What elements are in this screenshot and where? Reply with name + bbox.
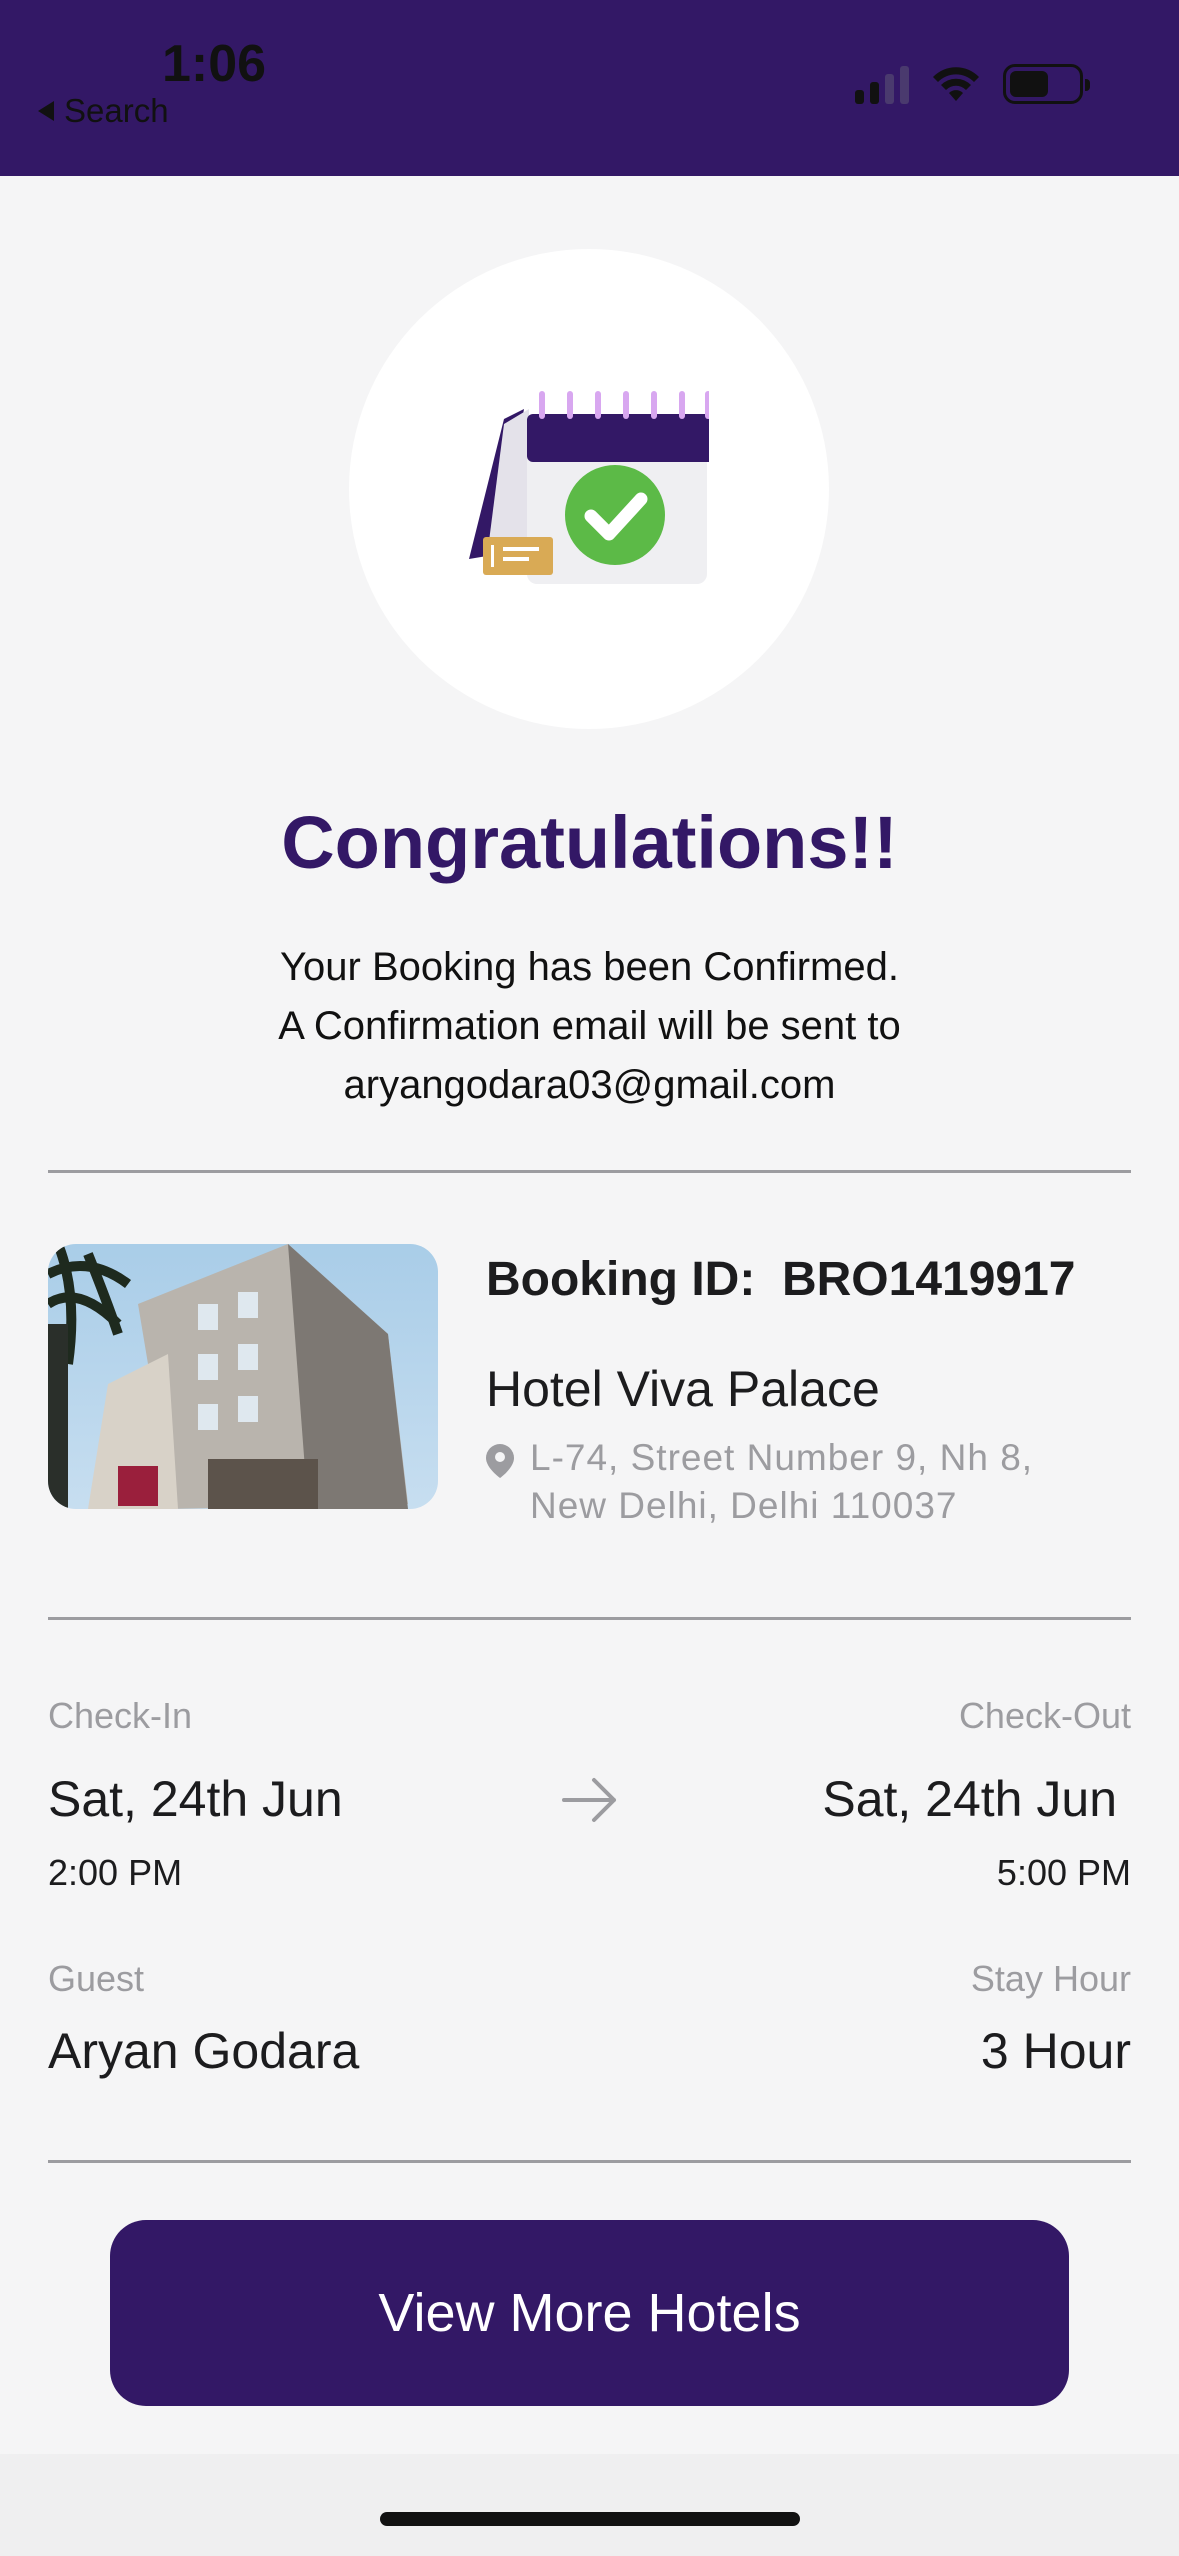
view-more-hotels-button[interactable]: View More Hotels	[110, 2220, 1069, 2406]
back-label: Search	[64, 92, 169, 129]
hotel-address: L-74, Street Number 9, Nh 8, New Delhi, …	[486, 1434, 1106, 1530]
wifi-icon	[933, 67, 979, 101]
arrow-right-icon	[562, 1778, 616, 1822]
checkout-label: Check-Out	[958, 1695, 1131, 1736]
checkin-time: 2:00 PM	[48, 1852, 183, 1893]
booking-id-label: Booking ID:	[486, 1253, 756, 1306]
hotel-photo	[48, 1244, 438, 1509]
address-line-1: L-74, Street Number 9, Nh 8,	[530, 1437, 1034, 1478]
stay-hour-label: Stay Hour	[970, 1958, 1131, 1999]
hotel-name: Hotel Viva Palace	[486, 1361, 880, 1417]
divider	[48, 2160, 1131, 2163]
stay-hour-value: 3 Hour	[980, 2023, 1131, 2079]
back-arrow-icon	[38, 101, 54, 121]
battery-icon	[1003, 64, 1090, 104]
guest-name: Aryan Godara	[48, 2023, 360, 2079]
checkin-date: Sat, 24th Jun	[48, 1771, 343, 1827]
home-indicator[interactable]	[380, 2512, 800, 2526]
booking-id-value: BRO1419917	[781, 1253, 1076, 1306]
divider	[48, 1170, 1131, 1173]
confirmation-email: aryangodara03@gmail.com	[343, 1063, 836, 1107]
status-bar: 1:06 Search	[0, 0, 1179, 176]
back-to-search-link[interactable]: Search	[38, 92, 169, 130]
status-time: 1:06	[162, 35, 267, 93]
location-pin-icon	[486, 1444, 514, 1478]
confirmation-message: Your Booking has been Confirmed. A Confi…	[0, 938, 1179, 1115]
guest-label: Guest	[48, 1958, 145, 1999]
booking-id: Booking ID: BRO1419917	[486, 1252, 1076, 1307]
confirmation-illustration	[349, 249, 829, 729]
status-icons	[855, 64, 1090, 104]
bottom-safe-area	[0, 2454, 1179, 2556]
checkout-date: Sat, 24th Jun	[822, 1771, 1117, 1827]
address-line-2: New Delhi, Delhi 110037	[530, 1485, 958, 1526]
confirmation-line-1: Your Booking has been Confirmed.	[280, 945, 899, 989]
checkout-time: 5:00 PM	[996, 1852, 1131, 1893]
calendar-confirmed-icon	[469, 391, 709, 584]
congratulations-title: Congratulations!!	[281, 801, 898, 884]
divider	[48, 1617, 1131, 1620]
confirmation-line-2: A Confirmation email will be sent to	[278, 1004, 901, 1048]
checkin-label: Check-In	[48, 1695, 193, 1736]
cellular-signal-icon	[855, 64, 909, 104]
